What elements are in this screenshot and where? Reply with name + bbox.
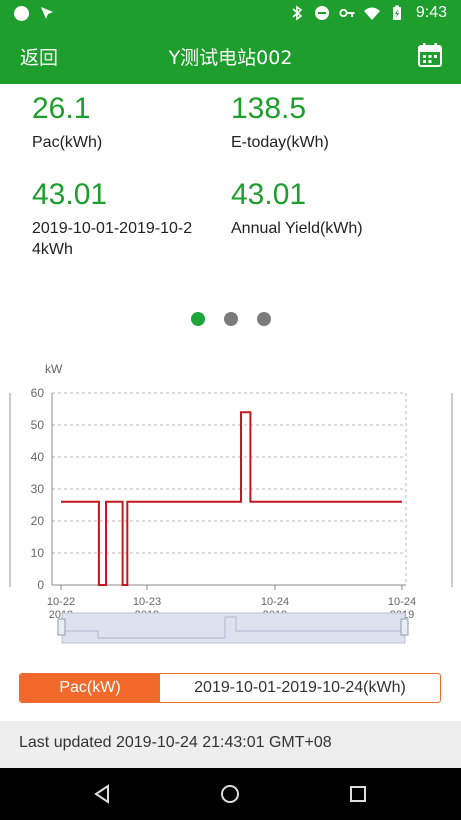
zoom-handle-right [400,618,409,636]
wifi-icon [363,7,380,20]
stat-label: Pac(kWh) [32,134,103,151]
status-bar: 9:43 [0,0,461,28]
recents-square-icon[interactable] [346,782,370,806]
key-icon [339,8,355,18]
stat-period-yield: 43.01 2019-10-01-2019-10-24kWh [32,178,200,260]
pager-dots [0,312,461,326]
y-tick-label: 40 [31,450,45,464]
calendar-icon[interactable] [417,42,443,68]
stat-value: 43.01 [32,178,108,211]
home-circle-icon[interactable] [218,782,242,806]
pager-dot[interactable] [256,312,271,326]
do-not-disturb-icon [314,6,329,20]
x-tick-label: 10-24 [388,596,416,608]
pager-dot[interactable] [190,312,205,326]
data-toggle: Pac(kW) 2019-10-01-2019-10-24(kWh) [19,673,441,703]
series-line [61,411,402,586]
last-updated-text: Last updated 2019-10-24 21:43:01 GMT+08 [19,734,332,751]
y-tick-label: 50 [31,418,45,432]
y-tick-label: 20 [31,514,45,528]
battery-icon [392,5,401,20]
stat-label: Annual Yield(kWh) [231,220,363,237]
x-tick-label: 10-24 [261,596,289,608]
power-chart[interactable]: kW010203040506010-22201910-23201910-2420… [0,355,461,655]
system-nav-bar [0,768,461,820]
cursor-icon [41,7,53,19]
x-tick-label: 10-23 [133,596,161,608]
stat-e-today: 138.5 E-today(kWh) [231,92,406,153]
bluetooth-icon [292,5,303,21]
stat-pac: 26.1 Pac(kWh) [32,92,207,153]
pager-dot[interactable] [223,312,238,326]
y-tick-label: 60 [31,386,45,400]
stat-value: 26.1 [32,92,91,125]
y-axis-label: kW [45,362,63,376]
toggle-pac[interactable]: Pac(kW) [20,674,160,702]
last-updated-bar: Last updated 2019-10-24 21:43:01 GMT+08 [0,721,461,768]
toggle-period[interactable]: 2019-10-01-2019-10-24(kWh) [160,674,440,702]
y-tick-label: 10 [31,546,45,560]
app-bar: 返回 Y测试电站002 [0,28,461,84]
stat-value: 43.01 [231,178,307,211]
stat-label: 2019-10-01-2019-10-24kWh [32,220,193,258]
status-time: 9:43 [415,4,447,21]
y-tick-label: 0 [37,578,44,592]
stat-value: 138.5 [231,92,307,125]
y-tick-label: 30 [31,482,45,496]
page-title: Y测试电站002 [168,47,293,69]
notification-dot-icon [14,5,29,21]
x-tick-label: 10-22 [47,596,75,608]
stat-label: E-today(kWh) [231,134,329,151]
zoom-handle-left [57,618,66,636]
back-triangle-icon[interactable] [91,782,115,806]
stat-annual-yield: 43.01 Annual Yield(kWh) [231,178,406,239]
